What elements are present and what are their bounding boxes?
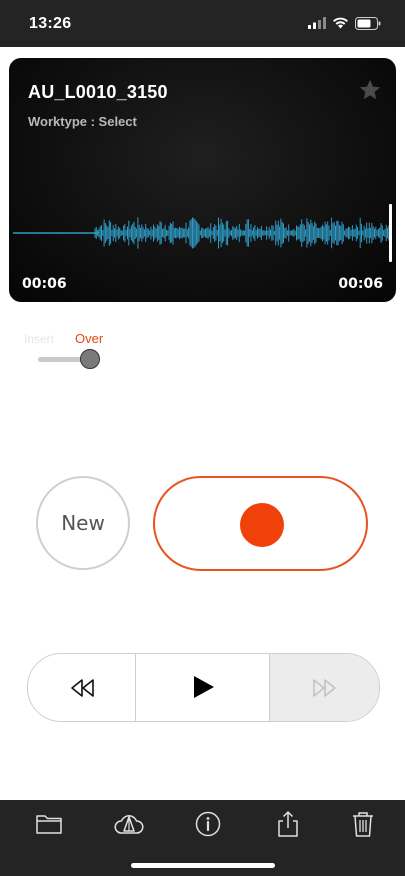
record-button[interactable] [153,476,368,571]
rewind-icon [71,679,94,697]
battery-icon [355,16,381,30]
rewind-button[interactable] [28,654,136,721]
status-bar: 13:26 [0,0,405,47]
status-icons [308,16,381,30]
elapsed-time: 00:06 [22,276,67,292]
total-time: 00:06 [338,276,383,292]
playhead[interactable] [389,204,392,262]
play-icon [194,676,214,698]
fast-forward-button[interactable] [270,654,379,721]
transport-controls [27,653,380,722]
recording-title: AU_L0010_3150 [28,82,168,102]
status-time: 13:26 [29,15,72,32]
share-icon[interactable] [274,810,302,838]
star-icon[interactable] [358,78,382,102]
worktype-selector[interactable]: Worktype : Select [28,114,137,129]
signal-icon [308,17,326,29]
info-icon[interactable] [194,810,222,838]
record-mode-toggle[interactable] [36,348,102,372]
over-mode-label: Over [75,331,104,346]
recording-card[interactable]: AU_L0010_3150 Worktype : Select 00:06 00… [9,58,396,302]
home-indicator[interactable] [131,863,275,868]
wifi-icon [333,17,348,29]
waveform[interactable] [9,208,396,258]
record-icon [240,503,284,547]
toggle-knob[interactable] [80,349,100,369]
folder-icon[interactable] [35,810,63,838]
fast-forward-icon [313,679,336,697]
new-button[interactable]: New [36,476,130,570]
trash-icon[interactable] [349,810,377,838]
cloud-sync-icon[interactable] [113,810,145,838]
play-button[interactable] [136,654,270,721]
new-button-label: New [61,511,105,535]
insert-mode-label: Insert [24,332,55,346]
